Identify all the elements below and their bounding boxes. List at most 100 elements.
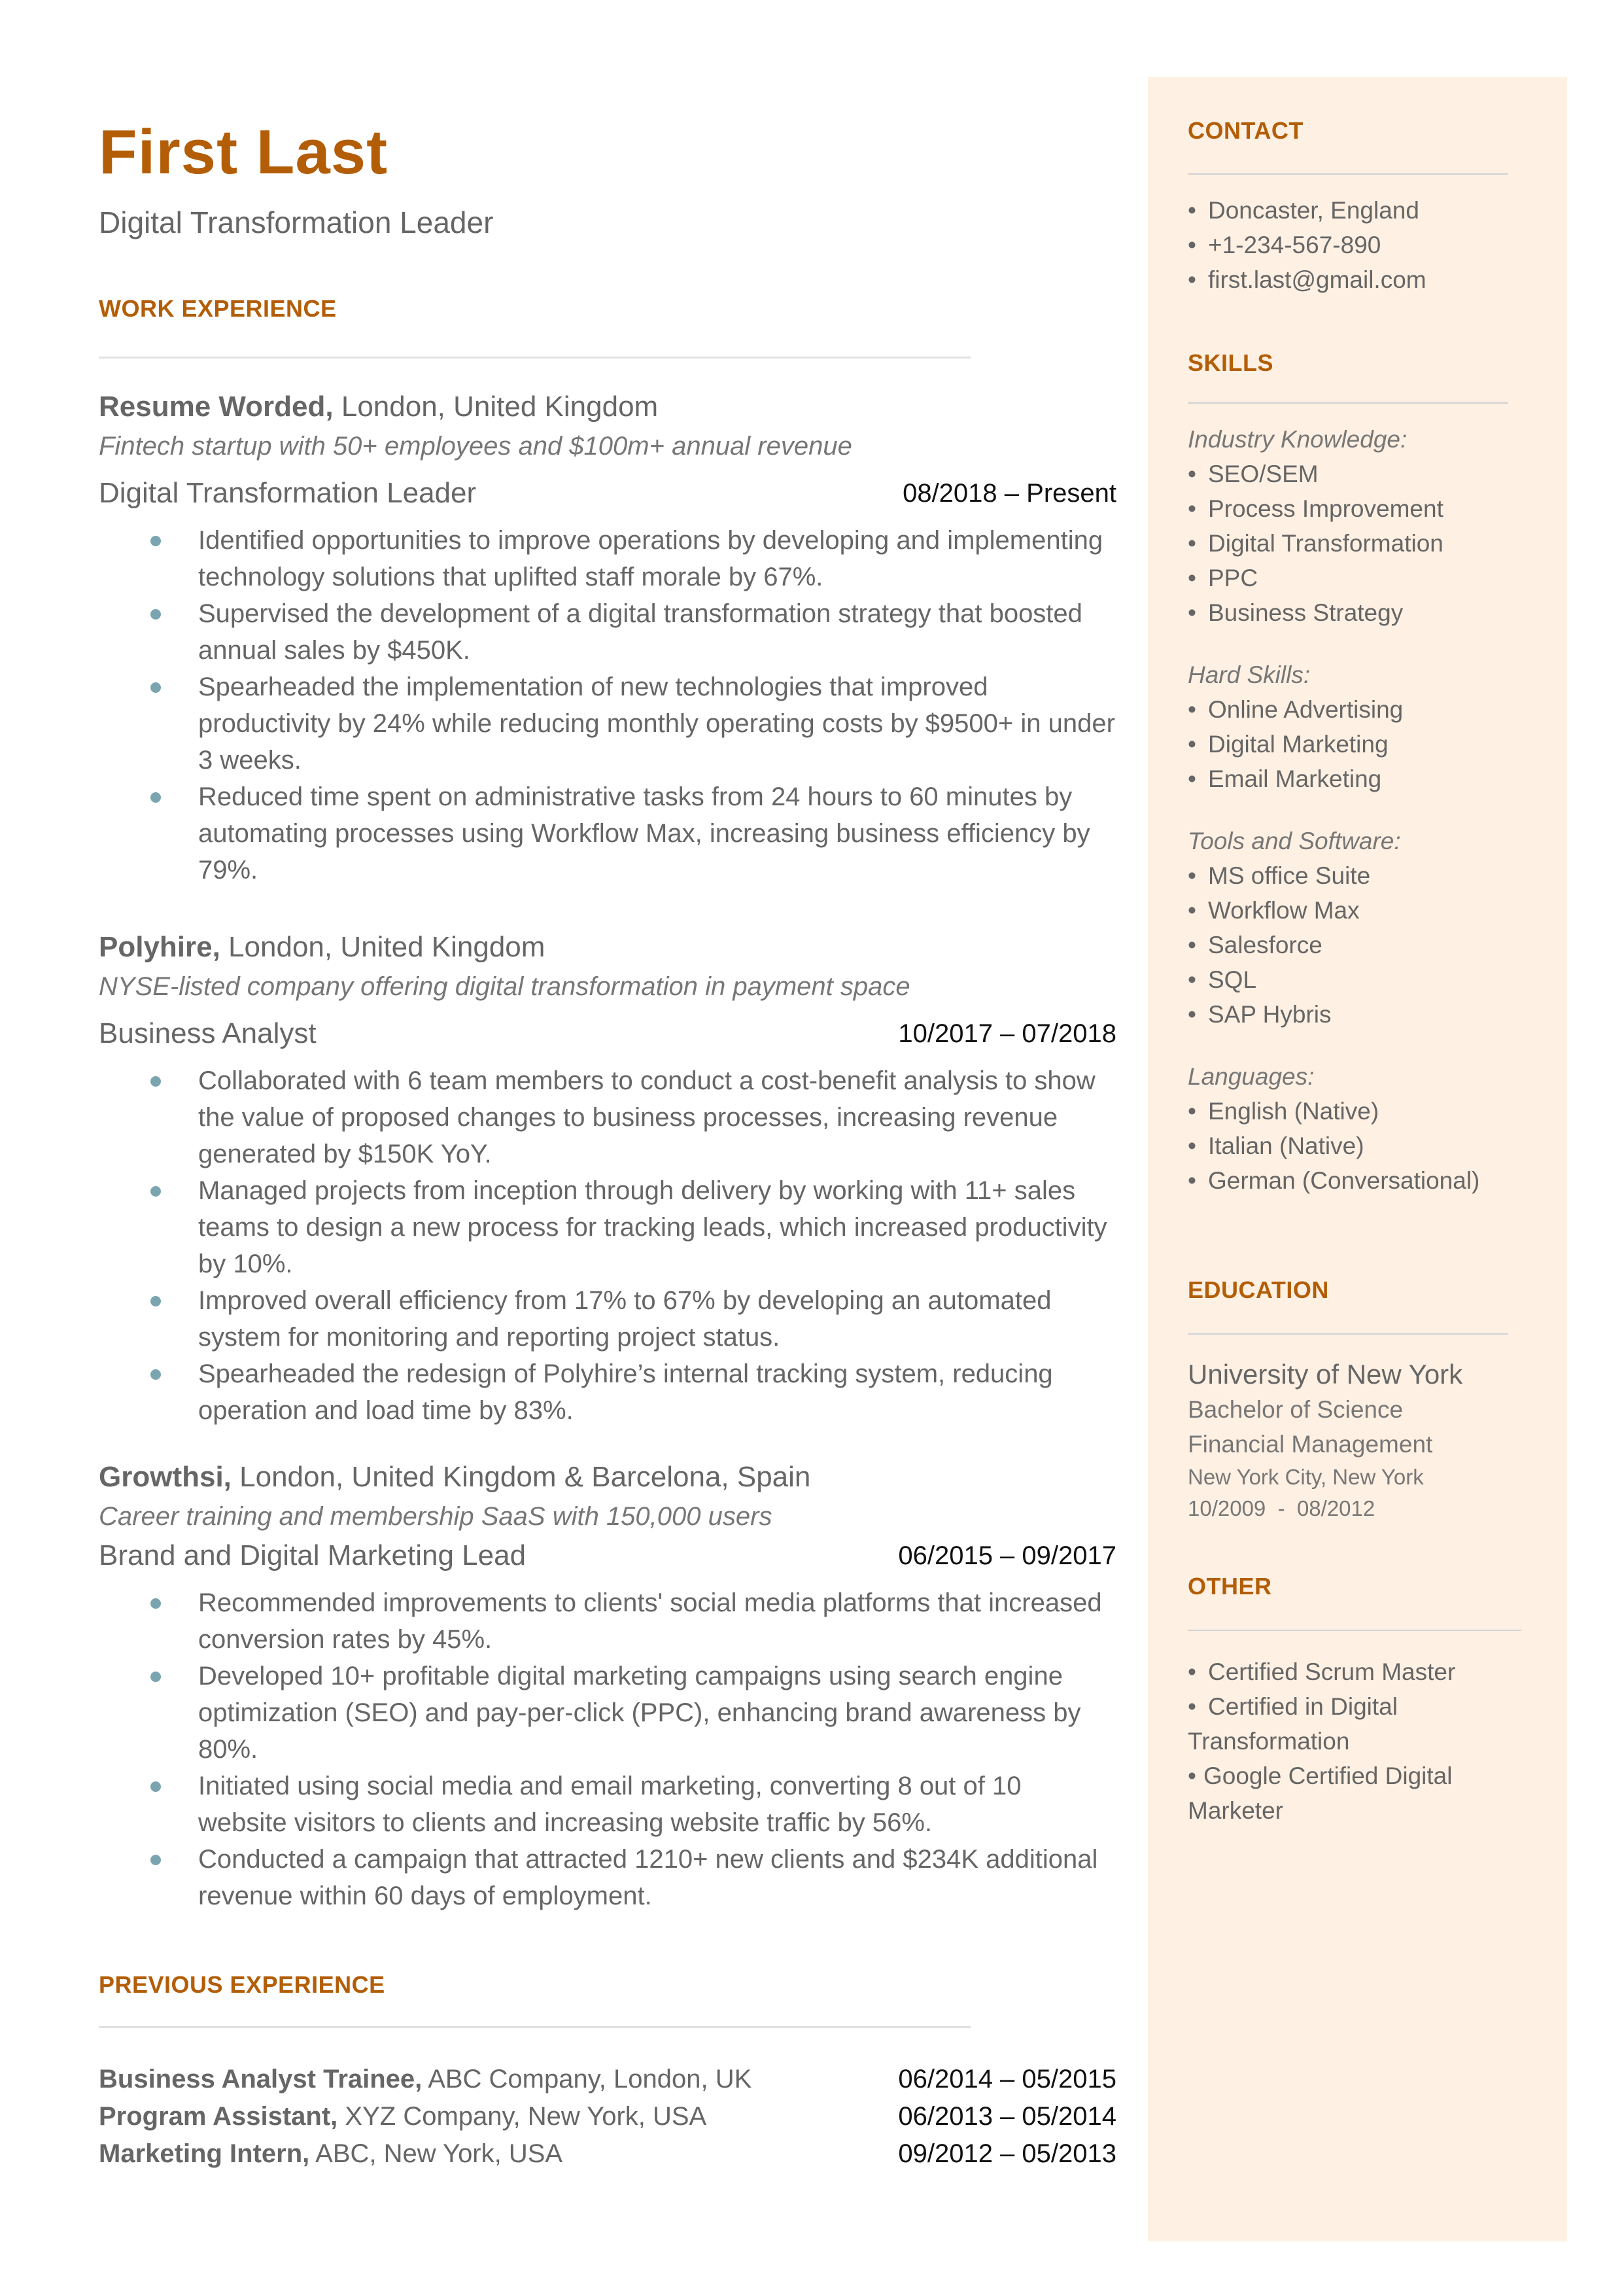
company-line: Polyhire, London, United Kingdom: [99, 928, 1116, 967]
previous-org: ABC Company, London, UK: [428, 2065, 752, 2094]
previous-dates: 09/2012 – 05/2013: [898, 2139, 1116, 2168]
education-degree: Bachelor of Science: [1188, 1396, 1404, 1423]
bullet-icon: •: [1188, 599, 1196, 626]
skill-text: Business Strategy: [1208, 599, 1404, 626]
job-title: Business Analyst: [99, 1017, 317, 1049]
previous-experience-heading: PREVIOUS EXPERIENCE: [99, 1971, 385, 1998]
bullet-icon: •: [1188, 1762, 1196, 1789]
skill-group: Industry Knowledge: • SEO/SEM • Process Im…: [1188, 422, 1528, 630]
bullet-dot-icon: [150, 682, 161, 693]
bullet-icon: •: [1188, 932, 1196, 958]
skill-item: • German (Conversational): [1188, 1163, 1528, 1198]
other-item-text: Certified Scrum Master: [1208, 1658, 1456, 1685]
company-location: London, United Kingdom: [341, 391, 659, 423]
bullet-icon: •: [1188, 495, 1196, 522]
previous-experience-row: Business Analyst Trainee, ABC Company, L…: [99, 2061, 1116, 2098]
company-line: Resume Worded, London, United Kingdom: [99, 387, 1116, 427]
bullet-icon: •: [1188, 897, 1196, 924]
skill-text: SAP Hybris: [1208, 1001, 1332, 1028]
other-section: OTHER • Certified Scrum Master • Certified…: [1188, 1572, 1528, 1828]
company-description: Fintech startup with 50+ employees and $…: [99, 432, 852, 461]
skill-text: SEO/SEM: [1208, 461, 1319, 487]
skill-text: Process Improvement: [1208, 495, 1443, 522]
other-item: • Google Certified Digital Marketer: [1188, 1759, 1495, 1828]
previous-role-line: Program Assistant, XYZ Company, New York…: [99, 2098, 706, 2135]
skill-text: Italian (Native): [1208, 1132, 1364, 1159]
bullet-icon: •: [1188, 530, 1196, 557]
skills-section: SKILLS Industry Knowledge: • SEO/SEM • Pro…: [1188, 349, 1528, 1198]
skill-item: • Email Marketing: [1188, 762, 1528, 796]
resume-page: First Last Digital Transformation Leader…: [0, 0, 1624, 2295]
education-divider: [1188, 1333, 1508, 1335]
achievement-item: Initiated using social media and email m…: [99, 1768, 1116, 1841]
bullet-icon: •: [1188, 1693, 1196, 1720]
bullet-dot-icon: [150, 1369, 161, 1380]
skill-item: • SQL: [1188, 962, 1528, 997]
job-dates: 08/2018 – Present: [903, 479, 1116, 508]
education-section: EDUCATION University of New York Bachelo…: [1188, 1276, 1528, 1524]
achievement-text: Identified opportunities to improve oper…: [198, 526, 1103, 591]
previous-dates: 06/2013 – 05/2014: [898, 2102, 1116, 2131]
bullet-dot-icon: [150, 609, 161, 620]
contact-section: CONTACT • Doncaster, England • +1-234-567-…: [1188, 116, 1528, 297]
company-name: Polyhire,: [99, 931, 220, 963]
achievement-list: Recommended improvements to clients' soc…: [99, 1585, 1116, 1914]
bullet-dot-icon: [150, 1186, 161, 1197]
achievement-item: Improved overall efficiency from 17% to …: [99, 1282, 1116, 1356]
contact-location-text: Doncaster, England: [1208, 197, 1419, 224]
skill-text: Digital Transformation: [1208, 530, 1443, 557]
skill-group: Tools and Software: • MS office Suite • Wo…: [1188, 824, 1528, 1032]
bullet-dot-icon: [150, 792, 161, 803]
contact-list: • Doncaster, England • +1-234-567-890 • fir…: [1188, 193, 1528, 297]
role-row: Business Analyst 10/2017 – 07/2018: [99, 1014, 1116, 1053]
company-description: NYSE-listed company offering digital tra…: [99, 972, 910, 1001]
contact-email[interactable]: • first.last@gmail.com: [1188, 262, 1528, 297]
bullet-icon: •: [1188, 565, 1196, 591]
skill-text: Digital Marketing: [1208, 731, 1389, 758]
candidate-headline: Digital Transformation Leader: [99, 205, 494, 239]
skill-text: Workflow Max: [1208, 897, 1360, 924]
achievement-text: Initiated using social media and email m…: [198, 1772, 1022, 1837]
skill-item: • Italian (Native): [1188, 1129, 1528, 1163]
achievement-text: Managed projects from inception through …: [198, 1176, 1107, 1278]
other-item: • Certified in Digital Transformation: [1188, 1689, 1495, 1759]
skill-text: English (Native): [1208, 1098, 1379, 1125]
previous-experience-row: Program Assistant, XYZ Company, New York…: [99, 2098, 1116, 2135]
other-divider: [1188, 1630, 1521, 1631]
other-item: • Certified Scrum Master: [1188, 1655, 1495, 1689]
skill-item: • Salesforce: [1188, 928, 1528, 962]
bullet-icon: •: [1188, 765, 1196, 792]
candidate-name: First Last: [99, 117, 389, 187]
achievement-text: Developed 10+ profitable digital marketi…: [198, 1662, 1081, 1764]
bullet-icon: •: [1188, 696, 1196, 723]
previous-role-line: Business Analyst Trainee, ABC Company, L…: [99, 2061, 752, 2098]
achievement-text: Conducted a campaign that attracted 1210…: [198, 1845, 1098, 1910]
contact-phone-text: +1-234-567-890: [1208, 232, 1381, 258]
achievement-item: Recommended improvements to clients' soc…: [99, 1585, 1116, 1658]
education-entry: University of New York Bachelor of Scien…: [1188, 1357, 1528, 1524]
skill-item: • Online Advertising: [1188, 692, 1528, 727]
skill-item: • Workflow Max: [1188, 893, 1528, 928]
achievement-list: Identified opportunities to improve oper…: [99, 522, 1116, 888]
job-title: Brand and Digital Marketing Lead: [99, 1539, 527, 1571]
bullet-icon: •: [1188, 862, 1196, 889]
bullet-icon: •: [1188, 731, 1196, 758]
achievement-item: Reduced time spent on administrative tas…: [99, 779, 1116, 888]
skills-heading: SKILLS: [1188, 349, 1274, 376]
skill-group-label: Industry Knowledge:: [1188, 426, 1408, 453]
skill-group-label: Languages:: [1188, 1063, 1315, 1090]
achievement-item: Managed projects from inception through …: [99, 1172, 1116, 1282]
previous-experience-row: Marketing Intern, ABC, New York, USA 09/…: [99, 2135, 1116, 2173]
education-school: University of New York: [1188, 1359, 1463, 1390]
bullet-dot-icon: [150, 536, 161, 546]
bullet-icon: •: [1188, 1132, 1196, 1159]
achievement-item: Spearheaded the redesign of Polyhire’s i…: [99, 1356, 1116, 1429]
skill-text: SQL: [1208, 966, 1257, 993]
company-line: Growthsi, London, United Kingdom & Barce…: [99, 1458, 1116, 1497]
contact-email-link[interactable]: first.last@gmail.com: [1208, 266, 1426, 293]
job-dates: 10/2017 – 07/2018: [898, 1019, 1116, 1048]
achievement-text: Collaborated with 6 team members to cond…: [198, 1066, 1096, 1168]
work-experience-heading: WORK EXPERIENCE: [99, 295, 337, 322]
job-dates: 06/2015 – 09/2017: [898, 1541, 1116, 1570]
bullet-icon: •: [1188, 1001, 1196, 1028]
